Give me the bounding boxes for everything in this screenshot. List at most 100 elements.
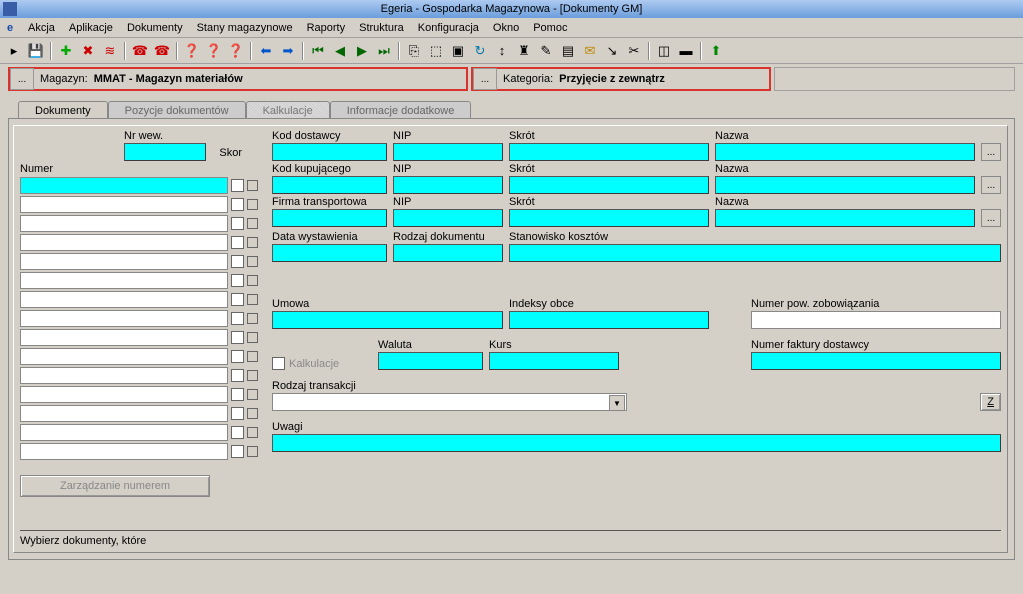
kod-dostawcy-input[interactable] bbox=[272, 143, 387, 161]
menu-okno[interactable]: Okno bbox=[486, 20, 526, 36]
tool1-icon[interactable]: ⎘ bbox=[404, 41, 424, 61]
doc-indicator-0[interactable] bbox=[247, 180, 258, 191]
doc-indicator[interactable] bbox=[247, 446, 258, 457]
doc-skor-checkbox[interactable] bbox=[231, 369, 244, 382]
edit-icon[interactable]: ↘ bbox=[602, 41, 622, 61]
doc-skor-checkbox[interactable] bbox=[231, 217, 244, 230]
phone2-icon[interactable]: ☎ bbox=[152, 41, 172, 61]
doc-number-input[interactable] bbox=[20, 329, 228, 346]
tab-info[interactable]: Informacje dodatkowe bbox=[330, 101, 472, 119]
doc-number-input[interactable] bbox=[20, 253, 228, 270]
tab-kalkulacje[interactable]: Kalkulacje bbox=[246, 101, 330, 119]
menu-raporty[interactable]: Raporty bbox=[300, 20, 353, 36]
doc-indicator[interactable] bbox=[247, 389, 258, 400]
nav-right-icon[interactable]: ➡ bbox=[278, 41, 298, 61]
doc-indicator[interactable] bbox=[247, 427, 258, 438]
next-icon[interactable]: ▶ bbox=[352, 41, 372, 61]
rodzaj-transakcji-select[interactable]: ▼ bbox=[272, 393, 627, 411]
nazwa1-picker-button[interactable]: ... bbox=[981, 143, 1001, 161]
tool3-icon[interactable]: ▣ bbox=[448, 41, 468, 61]
doc-indicator[interactable] bbox=[247, 351, 258, 362]
menu-akcja[interactable]: Akcja bbox=[21, 20, 62, 36]
help-icon[interactable]: ❓ bbox=[182, 41, 202, 61]
numer-pow-input[interactable] bbox=[751, 311, 1001, 329]
nrwew-input[interactable] bbox=[124, 143, 206, 161]
firma-transportowa-input[interactable] bbox=[272, 209, 387, 227]
kalkulacje-checkbox[interactable] bbox=[272, 357, 285, 370]
doc-indicator[interactable] bbox=[247, 237, 258, 248]
menu-struktura[interactable]: Struktura bbox=[352, 20, 411, 36]
cut-icon[interactable]: ✂ bbox=[624, 41, 644, 61]
menu-stany-magazynowe[interactable]: Stany magazynowe bbox=[190, 20, 300, 36]
nip1-input[interactable] bbox=[393, 143, 503, 161]
tree-icon[interactable]: ♜ bbox=[514, 41, 534, 61]
brush-icon[interactable]: ✎ bbox=[536, 41, 556, 61]
doc-number-input[interactable] bbox=[20, 310, 228, 327]
doc-skor-checkbox-0[interactable] bbox=[231, 179, 244, 192]
doc-number-input[interactable] bbox=[20, 215, 228, 232]
refresh-icon[interactable]: ↻ bbox=[470, 41, 490, 61]
doc-number-input[interactable] bbox=[20, 405, 228, 422]
tab-dokumenty[interactable]: Dokumenty bbox=[18, 101, 108, 119]
zarzadzanie-numerem-button[interactable]: Zarządzanie numerem bbox=[20, 475, 210, 497]
add-icon[interactable]: ✚ bbox=[56, 41, 76, 61]
menu-dokumenty[interactable]: Dokumenty bbox=[120, 20, 190, 36]
kurs-input[interactable] bbox=[489, 352, 619, 370]
stanowisko-kosztow-input[interactable] bbox=[509, 244, 1001, 262]
doc-number-input[interactable] bbox=[20, 234, 228, 251]
doc-skor-checkbox[interactable] bbox=[231, 274, 244, 287]
nazwa2-picker-button[interactable]: ... bbox=[981, 176, 1001, 194]
doc-indicator[interactable] bbox=[247, 370, 258, 381]
doc-skor-checkbox[interactable] bbox=[231, 445, 244, 458]
tab-pozycje[interactable]: Pozycje dokumentów bbox=[108, 101, 246, 119]
z-button[interactable]: Z bbox=[980, 393, 1001, 411]
doc-indicator[interactable] bbox=[247, 275, 258, 286]
delete-icon[interactable]: ✖ bbox=[78, 41, 98, 61]
menu-aplikacje[interactable]: Aplikacje bbox=[62, 20, 120, 36]
uwagi-input[interactable] bbox=[272, 434, 1001, 452]
phone-icon[interactable]: ☎ bbox=[130, 41, 150, 61]
nazwa3-picker-button[interactable]: ... bbox=[981, 209, 1001, 227]
doc-number-input[interactable] bbox=[20, 291, 228, 308]
nip2-input[interactable] bbox=[393, 176, 503, 194]
nazwa1-input[interactable] bbox=[715, 143, 975, 161]
numer-faktury-input[interactable] bbox=[751, 352, 1001, 370]
umowa-input[interactable] bbox=[272, 311, 503, 329]
first-icon[interactable]: ⏮ bbox=[308, 41, 328, 61]
doc-number-input[interactable] bbox=[20, 348, 228, 365]
doc-skor-checkbox[interactable] bbox=[231, 236, 244, 249]
doc-skor-checkbox[interactable] bbox=[231, 255, 244, 268]
box2-icon[interactable]: ▬ bbox=[676, 41, 696, 61]
last-icon[interactable]: ⏭ bbox=[374, 41, 394, 61]
menu-konfiguracja[interactable]: Konfiguracja bbox=[411, 20, 486, 36]
doc-skor-checkbox[interactable] bbox=[231, 426, 244, 439]
exit-icon[interactable]: ⬆ bbox=[706, 41, 726, 61]
doc-number-input[interactable] bbox=[20, 196, 228, 213]
tool2-icon[interactable]: ⬚ bbox=[426, 41, 446, 61]
save-icon[interactable]: 💾 bbox=[26, 41, 46, 61]
menu-pomoc[interactable]: Pomoc bbox=[526, 20, 574, 36]
prev-icon[interactable]: ◀ bbox=[330, 41, 350, 61]
doc-indicator[interactable] bbox=[247, 218, 258, 229]
doc-skor-checkbox[interactable] bbox=[231, 312, 244, 325]
doc-skor-checkbox[interactable] bbox=[231, 407, 244, 420]
doc-number-input[interactable] bbox=[20, 424, 228, 441]
doc-number-input[interactable] bbox=[20, 367, 228, 384]
nazwa3-input[interactable] bbox=[715, 209, 975, 227]
nazwa2-input[interactable] bbox=[715, 176, 975, 194]
doc-skor-checkbox[interactable] bbox=[231, 388, 244, 401]
doc-skor-checkbox[interactable] bbox=[231, 198, 244, 211]
nip3-input[interactable] bbox=[393, 209, 503, 227]
magazyn-picker-button[interactable]: ... bbox=[10, 68, 34, 90]
skrot1-input[interactable] bbox=[509, 143, 709, 161]
mail-icon[interactable]: ✉ bbox=[580, 41, 600, 61]
box1-icon[interactable]: ◫ bbox=[654, 41, 674, 61]
doc-number-input[interactable] bbox=[20, 443, 228, 460]
doc-indicator[interactable] bbox=[247, 313, 258, 324]
doc-indicator[interactable] bbox=[247, 256, 258, 267]
data-wystawienia-input[interactable] bbox=[272, 244, 387, 262]
help3-icon[interactable]: ❓ bbox=[226, 41, 246, 61]
doc-number-input[interactable] bbox=[20, 272, 228, 289]
doc-skor-checkbox[interactable] bbox=[231, 350, 244, 363]
doc-skor-checkbox[interactable] bbox=[231, 331, 244, 344]
